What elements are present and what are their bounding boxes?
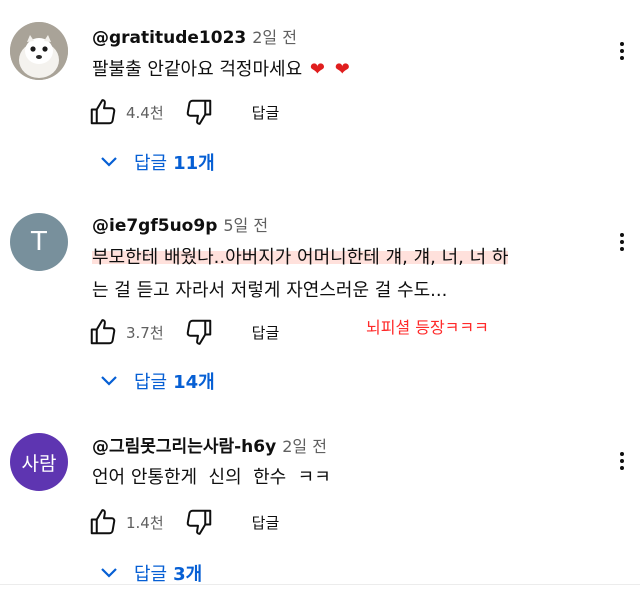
more-vert-icon[interactable] [612, 227, 632, 257]
comment-text: 언어 안통한게 신의 한수 ㅋㅋ [92, 461, 592, 494]
avatar[interactable]: T [10, 213, 68, 271]
thumb-down-icon[interactable] [184, 507, 214, 537]
chevron-down-icon [101, 568, 117, 578]
thumb-up-icon[interactable] [88, 507, 118, 537]
heart-icon: ❤ [309, 59, 325, 80]
replies-count: 3개 [173, 564, 203, 585]
overlay-annotation: 뇌피셜 등장ㅋㅋㅋ [366, 318, 489, 337]
replies-count: 11개 [173, 153, 215, 174]
avatar-text: 사람 [21, 452, 57, 475]
avatar[interactable] [10, 22, 68, 80]
author-name[interactable]: @그림못그리는사람-h6y [92, 432, 276, 457]
comment-header: @gratitude1023 2일 전 [92, 24, 297, 48]
divider [0, 584, 640, 585]
chevron-down-icon [101, 157, 117, 167]
replies-label: 답글 [134, 153, 168, 174]
comment-header: @ie7gf5uo9p 5일 전 [92, 212, 268, 236]
avatar-letter: T [31, 227, 47, 257]
reply-button[interactable]: 답글 [252, 102, 280, 123]
comment-actions: 1.4천 답글 [88, 506, 279, 538]
reply-button[interactable]: 답글 [252, 322, 280, 343]
heart-icon: ❤ [334, 59, 350, 80]
more-vert-icon[interactable] [612, 36, 632, 66]
like-count: 1.4천 [126, 513, 164, 532]
chevron-down-icon [101, 376, 117, 386]
ermine-avatar-image [10, 22, 68, 80]
view-replies-button[interactable]: 답글 11개 [100, 147, 215, 177]
view-replies-button[interactable]: 답글 14개 [100, 366, 215, 396]
comment-text: 팔불출 안같아요 걱정마세요 ❤ ❤ [92, 53, 592, 86]
like-count: 4.4천 [126, 103, 164, 122]
comment-actions: 4.4천 답글 [88, 96, 279, 128]
thumb-down-icon[interactable] [184, 97, 214, 127]
comment-actions: 3.7천 답글 [88, 316, 279, 348]
thumb-up-icon[interactable] [88, 97, 118, 127]
more-vert-icon[interactable] [612, 446, 632, 476]
reply-button[interactable]: 답글 [252, 512, 280, 533]
comment-line: 는 걸 듣고 자라서 저렇게 자연스러운 걸 수도... [92, 280, 448, 301]
replies-label: 답글 [134, 372, 168, 393]
thumb-up-icon[interactable] [88, 317, 118, 347]
replies-count: 14개 [173, 372, 215, 393]
thumb-down-icon[interactable] [184, 317, 214, 347]
comment-header: @그림못그리는사람-h6y 2일 전 [92, 432, 327, 457]
timestamp[interactable]: 2일 전 [282, 433, 327, 457]
replies-label: 답글 [134, 564, 168, 585]
like-count: 3.7천 [126, 323, 164, 342]
timestamp[interactable]: 2일 전 [252, 24, 297, 48]
highlighted-text: 부모한테 배웠나..아버지가 어머니한테 걔, 걔, 너, 너 하 [92, 247, 509, 268]
author-name[interactable]: @gratitude1023 [92, 28, 246, 48]
avatar[interactable]: 사람 [10, 433, 68, 491]
author-name[interactable]: @ie7gf5uo9p [92, 216, 217, 236]
timestamp[interactable]: 5일 전 [223, 212, 268, 236]
comment-line: 언어 안통한게 신의 한수 ㅋㅋ [92, 467, 331, 488]
comment-text: 부모한테 배웠나..아버지가 어머니한테 걔, 걔, 너, 너 하 는 걸 듣고… [92, 241, 612, 307]
comment-line: 팔불출 안같아요 걱정마세요 [92, 59, 303, 80]
